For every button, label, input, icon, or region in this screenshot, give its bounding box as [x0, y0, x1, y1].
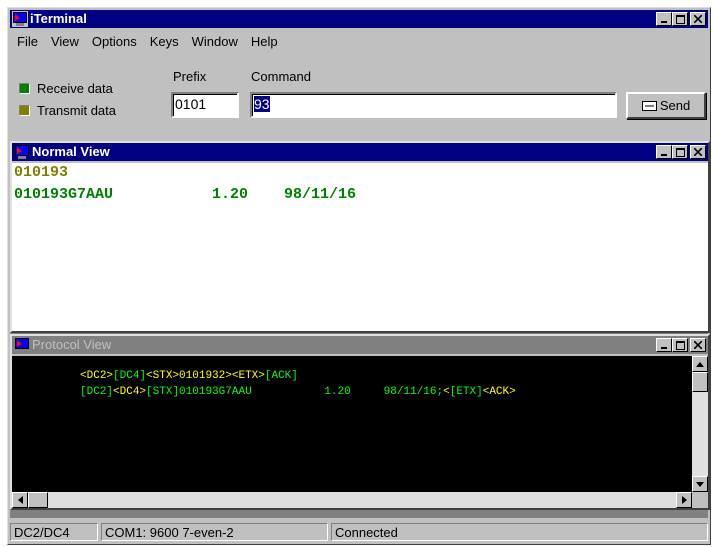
transmit-data-led-icon [19, 105, 30, 116]
normal-view-title-bar[interactable]: Normal View [12, 143, 708, 161]
status-protocol: DC2/DC4 [10, 523, 98, 541]
arrow-right-icon [681, 496, 687, 504]
normal-view-minimize-button[interactable] [656, 145, 672, 159]
normal-view-window: Normal View 010193 010193G7AAU 1.20 98/1… [10, 141, 710, 333]
minimize-icon [661, 21, 667, 23]
menu-file[interactable]: File [10, 34, 44, 49]
prefix-input[interactable]: 0101 [171, 92, 239, 118]
prefix-value: 0101 [175, 96, 207, 112]
send-envelope-icon [641, 100, 657, 111]
protocol-view-close-button[interactable] [690, 338, 706, 352]
minimize-icon [661, 347, 667, 349]
window-controls [656, 12, 706, 26]
main-title-bar[interactable]: iTerminal [10, 10, 708, 28]
normal-view-icon [15, 145, 29, 159]
prefix-label: Prefix [173, 69, 207, 84]
vertical-scroll-thumb[interactable] [692, 372, 708, 392]
protocol-view-minimize-button[interactable] [656, 338, 672, 352]
receive-data-led-icon [19, 83, 30, 94]
protocol-view-controls [656, 338, 706, 352]
protocol-token: <ACK> [482, 386, 516, 398]
minimize-button[interactable] [656, 12, 672, 26]
status-connection: Connected [331, 523, 708, 541]
close-icon [694, 341, 702, 349]
maximize-icon [675, 340, 685, 350]
terminal-app-icon [12, 11, 28, 27]
protocol-view-icon [15, 338, 29, 352]
scroll-up-button[interactable] [692, 356, 708, 372]
mdi-client-area: Normal View 010193 010193G7AAU 1.20 98/1… [10, 141, 710, 518]
protocol-view-title-bar[interactable]: Protocol View [12, 336, 708, 354]
protocol-vertical-scrollbar[interactable] [692, 356, 708, 492]
window-title: iTerminal [30, 11, 87, 26]
command-input[interactable]: 93 [250, 92, 617, 118]
menu-options[interactable]: Options [85, 34, 143, 49]
send-button-label: Send [659, 98, 691, 113]
close-button[interactable] [690, 12, 706, 26]
maximize-icon [675, 147, 685, 157]
arrow-down-icon [696, 481, 704, 487]
menu-window[interactable]: Window [185, 34, 244, 49]
protocol-line: [DC2]<DC4>[STX]010193G7AAU 1.20 98/11/16… [14, 374, 516, 410]
receive-data-label: Receive data [37, 81, 113, 96]
horizontal-scroll-thumb[interactable] [28, 492, 48, 508]
command-value: 93 [254, 96, 270, 112]
menu-bar: File View Options Keys Window Help [10, 30, 708, 52]
protocol-view-maximize-button[interactable] [672, 338, 688, 352]
maximize-button[interactable] [672, 12, 688, 26]
menu-keys[interactable]: Keys [143, 34, 185, 49]
close-icon [694, 15, 702, 23]
menu-view[interactable]: View [44, 34, 85, 49]
normal-view-maximize-button[interactable] [672, 145, 688, 159]
protocol-view-content[interactable]: <DC2>[DC4]<STX>0101932><ETX>[ACK] [DC2]<… [12, 356, 708, 508]
send-button[interactable]: Send [626, 92, 706, 119]
maximize-icon [675, 14, 685, 24]
menu-help[interactable]: Help [244, 34, 284, 49]
protocol-token: < [443, 386, 450, 398]
normal-view-controls [656, 145, 706, 159]
protocol-token: <DC4> [113, 386, 147, 398]
status-port-settings: COM1: 9600 7-even-2 [101, 523, 328, 541]
normal-view-title: Normal View [32, 144, 110, 159]
scrollbar-corner [692, 492, 708, 508]
protocol-horizontal-scrollbar[interactable] [12, 492, 692, 508]
command-label: Command [251, 69, 311, 84]
normal-view-line: 010193 [14, 164, 69, 181]
app-window: iTerminal File View Options Keys Window … [7, 7, 711, 545]
transmit-data-label: Transmit data [37, 103, 116, 118]
status-bar: DC2/DC4 COM1: 9600 7-even-2 Connected [10, 522, 708, 542]
arrow-left-icon [17, 496, 23, 504]
normal-view-line: 010193G7AAU 1.20 98/11/16 [14, 186, 357, 203]
protocol-token: [DC2] [80, 386, 114, 398]
arrow-up-icon [696, 361, 704, 367]
protocol-token: [STX]010193G7AAU 1.20 98/11/16; [146, 386, 444, 398]
scroll-right-button[interactable] [676, 492, 692, 508]
close-icon [694, 148, 702, 156]
scroll-down-button[interactable] [692, 476, 708, 492]
scroll-left-button[interactable] [12, 492, 28, 508]
normal-view-content[interactable]: 010193 010193G7AAU 1.20 98/11/16 [12, 163, 708, 331]
normal-view-close-button[interactable] [690, 145, 706, 159]
protocol-view-title: Protocol View [32, 337, 112, 352]
minimize-icon [661, 154, 667, 156]
protocol-token: [ETX] [449, 386, 483, 398]
protocol-view-window: Protocol View <DC2>[DC4]<STX>0101932><ET… [10, 334, 710, 510]
